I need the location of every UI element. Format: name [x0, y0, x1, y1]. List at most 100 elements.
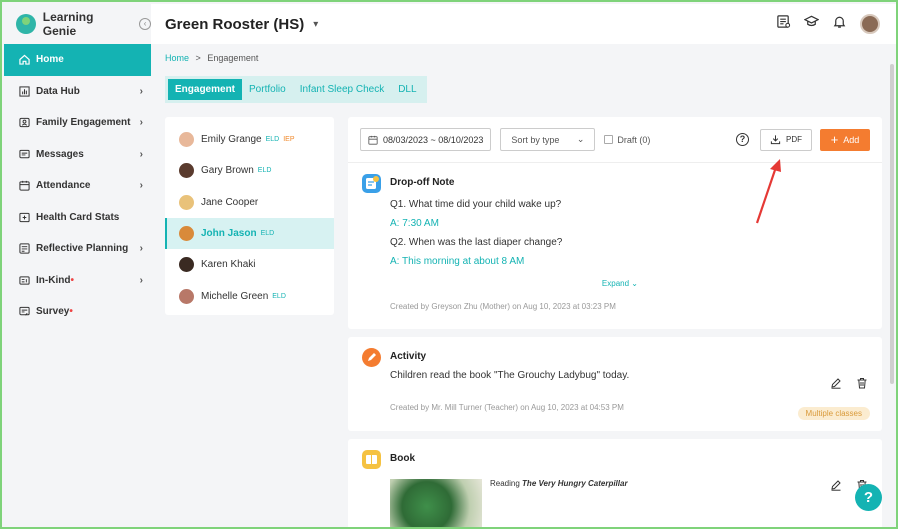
chevron-right-icon: › [139, 274, 143, 286]
survey-icon [18, 306, 30, 318]
sidebar-item-label: In-Kind• [36, 274, 74, 286]
breadcrumb-current: Engagement [207, 53, 259, 63]
sidebar-item-label: Health Card Stats [36, 211, 120, 223]
child-item-jane-cooper[interactable]: Jane Cooper [165, 187, 334, 218]
sidebar-item-home[interactable]: Home [4, 44, 151, 76]
brand-name: Learning Genie [42, 10, 94, 38]
child-name: Michelle Green [201, 290, 269, 302]
card-title: Drop-off Note [390, 177, 455, 188]
chevron-right-icon: › [139, 180, 143, 192]
tab-engagement[interactable]: Engagement [168, 79, 243, 100]
sidebar-item-data-hub[interactable]: Data Hub › [4, 76, 151, 108]
sidebar-item-label: Reflective Planning [36, 243, 129, 255]
edit-icon[interactable] [830, 377, 842, 389]
help-icon[interactable]: ? [736, 133, 749, 146]
edit-icon[interactable] [830, 479, 842, 491]
breadcrumb: Home > Engagement [165, 53, 258, 63]
plus-icon: + [830, 131, 839, 147]
tab-bar: Engagement Portfolio Infant Sleep Check … [165, 76, 427, 103]
chevron-down-icon: ⌄ [576, 134, 585, 144]
child-item-karen-khaki[interactable]: Karen Khaki [165, 249, 334, 280]
checkbox-box[interactable] [604, 135, 614, 144]
learning-genie-logo-icon [16, 14, 36, 34]
book-icon [362, 450, 381, 469]
sort-select[interactable]: Sort by type ⌄ [500, 128, 596, 151]
expand-link[interactable]: Expand ⌄ [390, 271, 638, 295]
page-scrollbar[interactable] [889, 44, 894, 527]
engagement-feed: 08/03/2023 ~ 08/10/2023 Sort by type ⌄ D… [348, 117, 882, 527]
in-kind-icon [18, 274, 30, 286]
tab-infant-sleep-check[interactable]: Infant Sleep Check [293, 79, 392, 100]
sidebar-item-label: Home [36, 54, 64, 66]
draft-checkbox[interactable]: Draft (0) [604, 135, 650, 145]
collapse-sidebar-icon[interactable]: ‹ [139, 18, 151, 30]
toolbar-actions: ? PDF + Add [736, 128, 870, 151]
multiple-classes-badge: Multiple classes [797, 407, 870, 420]
chevron-down-icon: ⌄ [631, 279, 638, 288]
trash-icon[interactable] [856, 377, 868, 389]
bell-icon[interactable] [832, 14, 847, 34]
page-title[interactable]: Green Rooster (HS) [165, 16, 304, 33]
top-header: Green Rooster (HS) ▾ [151, 4, 896, 44]
child-item-emily-grange[interactable]: Emily Grange ELD IEP [165, 124, 334, 155]
sidebar-item-label: Attendance [36, 180, 91, 192]
book-reading-line: Reading The Very Hungry Caterpillar [490, 479, 628, 488]
child-name: Jane Cooper [201, 196, 259, 208]
child-item-john-jason[interactable]: John Jason ELD [165, 217, 334, 250]
tab-portfolio[interactable]: Portfolio [242, 79, 293, 100]
breadcrumb-home-link[interactable]: Home [165, 53, 189, 63]
card-title: Activity [390, 351, 427, 362]
health-card-icon [18, 211, 30, 223]
sidebar-item-attendance[interactable]: Attendance › [4, 170, 151, 202]
sidebar-item-reflective-planning[interactable]: Reflective Planning › [4, 233, 151, 265]
created-by: Created by Greyson Zhu (Mother) on Aug 1… [390, 302, 616, 311]
calendar-icon [368, 135, 378, 145]
note-icon [362, 174, 381, 193]
chevron-right-icon: › [139, 243, 143, 255]
child-name: John Jason [201, 228, 257, 240]
sidebar-item-health-card-stats[interactable]: Health Card Stats [4, 202, 151, 234]
activity-body: Children read the book "The Grouchy Lady… [390, 370, 630, 381]
sidebar-item-survey[interactable]: Survey• [4, 296, 151, 328]
add-button[interactable]: + Add [820, 128, 870, 151]
download-icon [770, 135, 781, 145]
date-range-picker[interactable]: 08/03/2023 ~ 08/10/2023 [360, 128, 492, 151]
breadcrumb-separator: > [195, 53, 201, 63]
user-avatar[interactable] [860, 14, 880, 34]
annotation-arrow-icon [755, 159, 781, 224]
pdf-download-button[interactable]: PDF [760, 128, 812, 151]
sidebar-item-messages[interactable]: Messages › [4, 139, 151, 171]
card-title: Book [390, 453, 415, 464]
iep-badge: IEP [283, 136, 295, 144]
child-name: Karen Khaki [201, 259, 256, 271]
sidebar-item-label: Family Engagement [36, 117, 131, 129]
avatar [179, 226, 194, 242]
activity-card: Activity Children read the book "The Gro… [348, 337, 882, 431]
answer-2: A: This morning at about 8 AM [390, 256, 525, 267]
sort-select-value: Sort by type [511, 134, 560, 145]
sidebar-item-in-kind[interactable]: In-Kind• › [4, 265, 151, 297]
sidebar-nav: Home Data Hub › Family Engagement › Mess… [4, 44, 151, 328]
sidebar: Learning Genie ‹ Home Data Hub › Family … [4, 4, 151, 527]
question-2: Q2. When was the last diaper change? [390, 237, 563, 248]
question-1: Q1. What time did your child wake up? [390, 199, 562, 210]
help-fab-button[interactable]: ? [855, 484, 882, 511]
child-item-gary-brown[interactable]: Gary Brown ELD [165, 155, 334, 186]
eld-badge: ELD [260, 230, 275, 238]
child-name: Gary Brown [201, 165, 254, 177]
family-icon [18, 117, 30, 129]
children-list: Emily Grange ELD IEP Gary Brown ELD Jane… [165, 117, 334, 315]
scrollbar-thumb[interactable] [890, 64, 894, 384]
chevron-down-icon[interactable]: ▾ [313, 19, 318, 30]
answer-1: A: 7:30 AM [390, 218, 439, 229]
checklist-icon[interactable] [776, 14, 791, 34]
child-item-michelle-green[interactable]: Michelle Green ELD [165, 280, 334, 311]
graduation-cap-icon[interactable] [803, 14, 820, 34]
sidebar-item-label: Data Hub [36, 85, 80, 97]
card-actions [830, 377, 868, 389]
brand[interactable]: Learning Genie ‹ [4, 4, 151, 44]
sidebar-item-family-engagement[interactable]: Family Engagement › [4, 107, 151, 139]
tab-dll[interactable]: DLL [391, 79, 423, 100]
calendar-icon [18, 180, 30, 192]
child-name: Emily Grange [201, 134, 262, 146]
